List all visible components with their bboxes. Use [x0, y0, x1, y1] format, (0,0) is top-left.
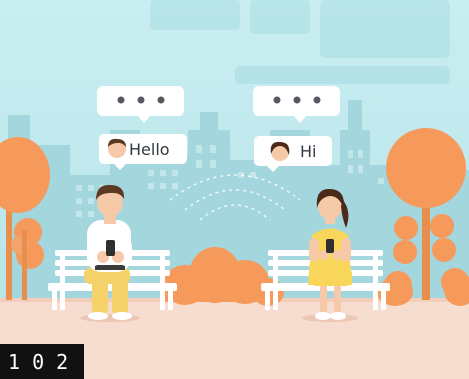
illustration-frame: Hello Hi 1 0 2 [0, 0, 469, 379]
park-scene: Hello Hi 1 0 2 [0, 0, 469, 379]
boy-avatar-icon [108, 138, 126, 158]
hi-message-text: Hi [300, 142, 316, 161]
frame-counter-text: 1 0 2 [8, 350, 68, 374]
girl-avatar-icon [270, 141, 290, 161]
hello-message-text: Hello [129, 140, 170, 159]
